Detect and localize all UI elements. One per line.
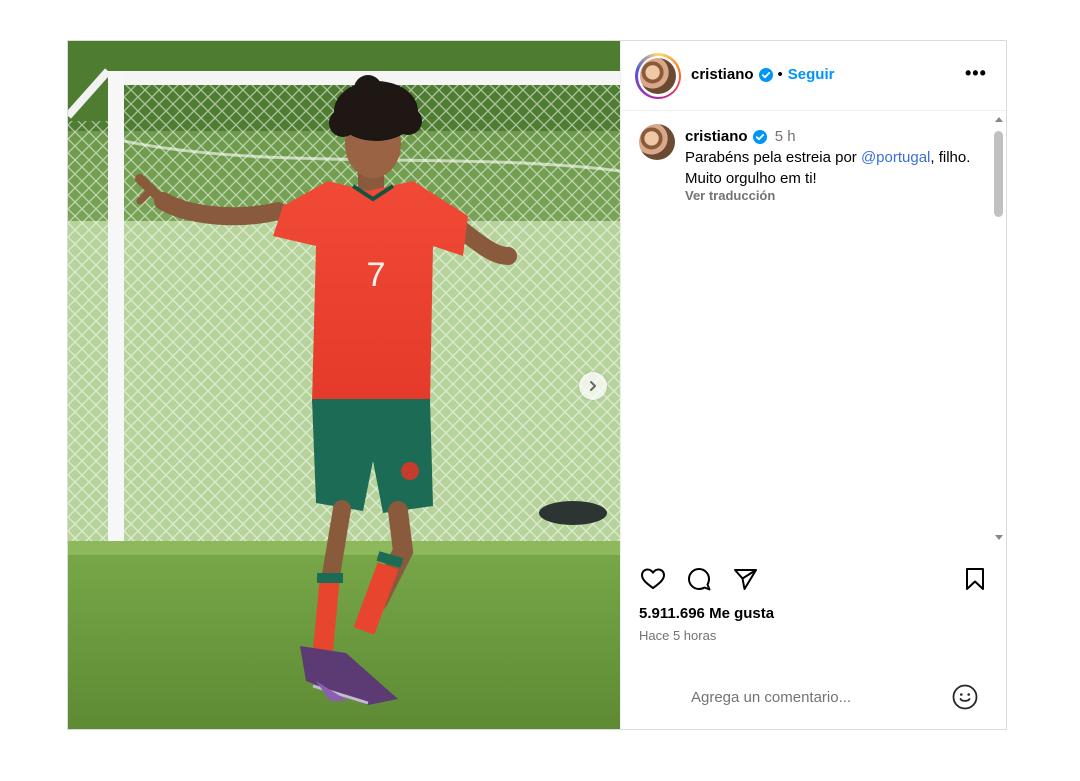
smiley-icon	[952, 684, 978, 710]
verified-badge-icon	[752, 129, 767, 144]
comment-bubble-icon	[688, 568, 711, 591]
heart-icon	[641, 568, 665, 589]
caption-time: 5 h	[774, 128, 796, 145]
chevron-right-icon	[590, 381, 596, 391]
verified-badge-icon	[758, 67, 773, 82]
save-button[interactable]	[961, 565, 989, 593]
scroll-thumb[interactable]	[994, 131, 1003, 217]
scroll-up-arrow-icon[interactable]	[995, 117, 1003, 122]
next-photo-button[interactable]	[579, 372, 607, 400]
comments-area: cristiano 5 h Parabéns pela estreia por …	[621, 111, 991, 583]
add-comment-section	[621, 673, 1006, 729]
caption-text-before: Parabéns pela estreia por	[685, 149, 861, 166]
post-photo[interactable]: 7	[68, 41, 620, 729]
likes-count[interactable]: 5.911.696 Me gusta	[639, 605, 774, 622]
header-username[interactable]: cristiano	[691, 66, 754, 83]
share-button[interactable]	[731, 565, 759, 593]
more-options-button[interactable]: •••	[965, 63, 987, 84]
instagram-post-card: 7 cristiano • Seguir ••• cristiano 5 h P…	[67, 40, 1007, 730]
like-button[interactable]	[639, 565, 667, 593]
caption-mention-link[interactable]: @portugal	[861, 149, 930, 166]
caption-avatar[interactable]	[639, 124, 675, 160]
comment-input[interactable]	[691, 685, 941, 709]
emoji-button[interactable]	[951, 683, 979, 711]
avatar	[640, 58, 676, 94]
post-side-panel: cristiano • Seguir ••• cristiano 5 h Par…	[620, 41, 1006, 729]
follow-button[interactable]: Seguir	[788, 66, 835, 83]
post-timestamp[interactable]: Hace 5 horas	[639, 628, 716, 643]
bookmark-icon	[966, 568, 984, 590]
caption-username[interactable]: cristiano	[685, 126, 748, 147]
caption-user: cristiano	[685, 126, 767, 147]
soccer-player-photo: 7	[68, 41, 620, 729]
paper-plane-icon	[734, 569, 757, 590]
comment-button[interactable]	[685, 565, 713, 593]
action-bar	[621, 561, 1006, 601]
jersey-number: 7	[367, 256, 386, 294]
header-user-row: cristiano • Seguir	[691, 66, 834, 83]
separator-dot: •	[777, 66, 783, 83]
story-ring-avatar[interactable]	[635, 53, 681, 99]
post-header: cristiano • Seguir •••	[621, 41, 1006, 111]
see-translation-button[interactable]: Ver traducción	[685, 187, 985, 204]
scroll-down-arrow-icon[interactable]	[995, 535, 1003, 540]
comments-scrollbar[interactable]	[991, 111, 1006, 547]
caption: cristiano 5 h Parabéns pela estreia por …	[685, 126, 985, 204]
